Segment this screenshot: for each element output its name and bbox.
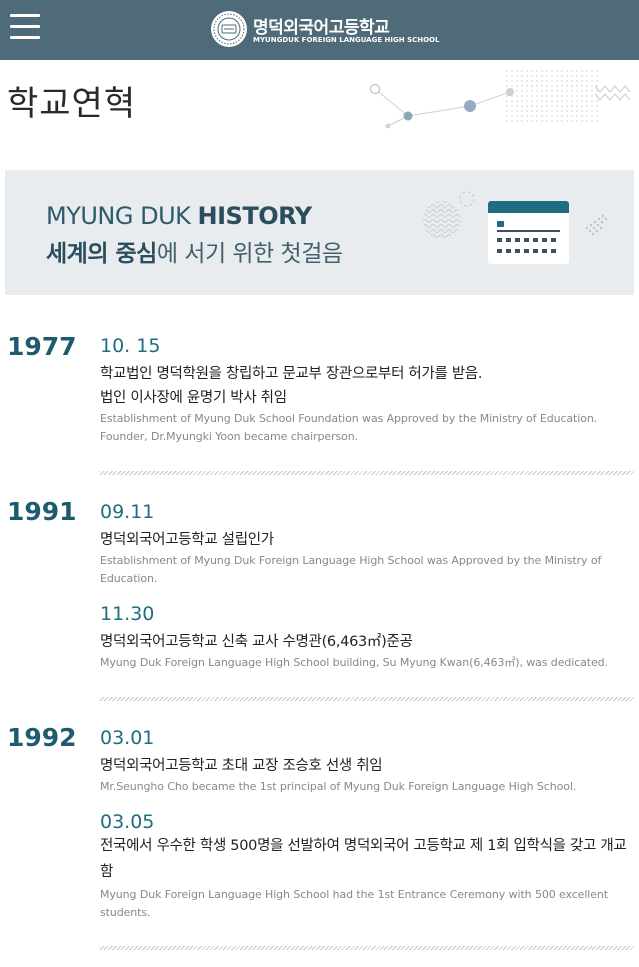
banner-english-title: MYUNG DUK HISTORY [46,202,312,230]
event-description-ko: 전국에서 우수한 학생 500명을 선발하여 명덕외국어 고등학교 제 1회 입… [100,838,627,880]
banner-korean-subtitle: 세계의 중심에 서기 위한 첫걸음 [46,241,343,267]
event-description-ko: 명덕외국어고등학교 설립인가 [100,532,274,548]
hamburger-menu-icon[interactable] [10,14,40,40]
section-divider [99,946,634,950]
calendar-icon [423,191,608,264]
page-title: 학교연혁 [7,84,137,124]
event-date: 11.30 [100,603,155,625]
event-date: 03.05 [100,811,155,833]
event-description-en: Myung Duk Foreign Language High School b… [100,656,608,669]
event-date: 10. 15 [100,335,161,357]
history-banner: MYUNG DUK HISTORY 세계의 중심에 서기 위한 첫걸음 [5,170,634,295]
decorative-network-graphic [369,69,631,129]
event-description-en: Myung Duk Foreign Language High School h… [100,888,609,919]
event-description-en: Establishment of Myung Duk Foreign Langu… [100,554,602,585]
history-year: 1992 [7,723,77,752]
site-header: 명덕외국어고등학교 MYUNGDUK FOREIGN LANGUAGE HIGH… [0,0,639,60]
event-description-en: Establishment of Myung Duk School Founda… [100,412,598,443]
logo-subtitle: MYUNGDUK FOREIGN LANGUAGE HIGH SCHOOL [253,36,440,44]
school-logo[interactable]: 명덕외국어고등학교 MYUNGDUK FOREIGN LANGUAGE HIGH… [210,10,450,50]
event-description-ko: 명덕외국어고등학교 초대 교장 조승호 선생 취임 [100,758,383,774]
section-divider [99,471,634,475]
history-year: 1991 [7,497,77,526]
logo-name: 명덕외국어고등학교 [253,18,390,38]
event-description-en: Mr.Seungho Cho became the 1st principal … [100,780,577,793]
history-year: 1977 [7,332,77,361]
section-divider [99,697,634,701]
event-description-ko: 학교법인 명덕학원을 창립하고 문교부 장관으로부터 허가를 받음. [100,366,483,382]
event-description-ko: 법인 이사장에 윤명기 박사 취임 [100,390,287,406]
event-description-ko: 명덕외국어고등학교 신축 교사 수명관(6,463㎡)준공 [100,634,413,650]
school-emblem [211,11,247,47]
event-date: 03.01 [100,727,155,749]
event-date: 09.11 [100,501,155,523]
